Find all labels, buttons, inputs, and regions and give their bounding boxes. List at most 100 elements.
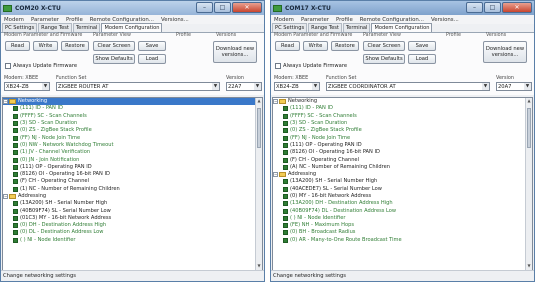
tab-range-test[interactable]: Range Test: [38, 23, 72, 32]
tab-modem-configuration[interactable]: Modem Configuration: [371, 23, 433, 32]
tab-terminal[interactable]: Terminal: [342, 23, 371, 32]
scroll-up-icon[interactable]: ▲: [526, 98, 532, 105]
checkbox-box[interactable]: [275, 63, 281, 69]
tree-param-row[interactable]: (3) SD - Scan Duration: [273, 120, 532, 127]
tree-param-row[interactable]: (FF) NJ - Node Join Time: [273, 134, 532, 141]
scroll-down-icon[interactable]: ▼: [526, 263, 532, 270]
chevron-down-icon[interactable]: ▼: [482, 83, 489, 90]
modem-select[interactable]: XB24-ZB ▼: [274, 82, 320, 91]
tree-param-row[interactable]: (13A200) SH - Serial Number High: [273, 178, 532, 185]
show-defaults-button[interactable]: Show Defaults: [363, 54, 405, 64]
menu-parameter[interactable]: Parameter: [31, 17, 59, 23]
save-button[interactable]: Save: [138, 41, 166, 51]
tree-param-row[interactable]: (FE) NH - Maximum Hops: [273, 222, 532, 229]
version-select[interactable]: 22A7 ▼: [226, 82, 262, 91]
maximize-button[interactable]: □: [484, 2, 501, 13]
tree-param-row[interactable]: (111) OP - Operating PAN ID: [273, 142, 532, 149]
tree-param-row[interactable]: (13A200) DH - Destination Address High: [273, 200, 532, 207]
download-new-versions-button[interactable]: Download new versions...: [483, 41, 527, 63]
tree-param-row[interactable]: (0) ZS - ZigBee Stack Profile: [273, 127, 532, 134]
tree-param-row[interactable]: (A) NC - Number of Remaining Children: [273, 164, 532, 171]
restore-button[interactable]: Restore: [331, 41, 359, 51]
always-update-firmware-checkbox[interactable]: Always Update Firmware: [275, 63, 347, 69]
restore-button[interactable]: Restore: [61, 41, 89, 51]
menu-modem[interactable]: Modem: [4, 17, 24, 23]
tree-param-row[interactable]: (1) NC - Number of Remaining Children: [3, 186, 262, 193]
title-bar[interactable]: COM20 X-CTU – □ ✕: [1, 1, 264, 15]
tree-param-row[interactable]: (0) AR - Many-to-One Route Broadcast Tim…: [273, 237, 532, 244]
load-button[interactable]: Load: [138, 54, 166, 64]
download-new-versions-button[interactable]: Download new versions...: [213, 41, 257, 63]
write-button[interactable]: Write: [33, 41, 58, 51]
tree-param-row[interactable]: (0) JN - Join Notification: [3, 156, 262, 163]
tree-param-row[interactable]: (111) ID - PAN ID: [3, 105, 262, 112]
minimize-button[interactable]: –: [196, 2, 213, 13]
collapse-icon[interactable]: −: [273, 99, 278, 105]
tree-param-row[interactable]: (111) OP - Operating PAN ID: [3, 164, 262, 171]
menu-modem[interactable]: Modem: [274, 17, 294, 23]
tree-param-row[interactable]: ( ) NI - Node Identifier: [273, 215, 532, 222]
tab-range-test[interactable]: Range Test: [308, 23, 342, 32]
collapse-icon[interactable]: −: [3, 99, 8, 105]
scroll-up-icon[interactable]: ▲: [256, 98, 262, 105]
tree-scrollbar[interactable]: ▲ ▼: [525, 98, 532, 270]
function-set-select[interactable]: ZIGBEE ROUTER AT ▼: [56, 82, 220, 91]
tree-param-row[interactable]: (111) ID - PAN ID: [273, 105, 532, 112]
tree-param-row[interactable]: (8126) OI - Operating 16-bit PAN ID: [3, 171, 262, 178]
title-bar[interactable]: COM17 X-CTU – □ ✕: [271, 1, 534, 15]
collapse-icon[interactable]: −: [273, 172, 278, 178]
tree-param-row[interactable]: (0) MY - 16-bit Network Address: [273, 193, 532, 200]
function-set-select[interactable]: ZIGBEE COORDINATOR AT ▼: [326, 82, 490, 91]
modem-select[interactable]: XB24-ZB ▼: [4, 82, 50, 91]
close-button[interactable]: ✕: [502, 2, 532, 13]
always-update-firmware-checkbox[interactable]: Always Update Firmware: [5, 63, 77, 69]
chevron-down-icon[interactable]: ▼: [212, 83, 219, 90]
tab-terminal[interactable]: Terminal: [72, 23, 101, 32]
scroll-down-icon[interactable]: ▼: [256, 263, 262, 270]
save-button[interactable]: Save: [408, 41, 436, 51]
clear-screen-button[interactable]: Clear Screen: [363, 41, 405, 51]
tree-param-row[interactable]: (40ACEDE7) SL - Serial Number Low: [273, 186, 532, 193]
menu-versions[interactable]: Versions...: [431, 17, 459, 23]
write-button[interactable]: Write: [303, 41, 328, 51]
tab-modem-configuration[interactable]: Modem Configuration: [101, 23, 163, 32]
tree-param-row[interactable]: (01C3) MY - 16-bit Network Address: [3, 215, 262, 222]
checkbox-box[interactable]: [5, 63, 11, 69]
tree-folder-addressing[interactable]: − Addressing: [3, 193, 262, 200]
tree-param-row[interactable]: (0) DL - Destination Address Low: [3, 229, 262, 236]
tree-folder-networking[interactable]: − Networking: [3, 98, 262, 106]
tree-param-row[interactable]: (FF) NJ - Node Join Time: [3, 134, 262, 141]
tree-param-row[interactable]: (0) DH - Destination Address High: [3, 222, 262, 229]
tree-param-row[interactable]: (F) CH - Operating Channel: [3, 178, 262, 185]
version-select[interactable]: 20A7 ▼: [496, 82, 532, 91]
tree-param-row[interactable]: (3) SD - Scan Duration: [3, 120, 262, 127]
scroll-thumb[interactable]: [527, 108, 531, 148]
tree-param-row[interactable]: (0) BH - Broadcast Radius: [273, 229, 532, 236]
chevron-down-icon[interactable]: ▼: [254, 83, 261, 90]
chevron-down-icon[interactable]: ▼: [524, 83, 531, 90]
tree-param-row[interactable]: (FFFF) SC - Scan Channels: [3, 113, 262, 120]
minimize-button[interactable]: –: [466, 2, 483, 13]
tree-param-row[interactable]: (FFFF) SC - Scan Channels: [273, 113, 532, 120]
tree-param-row[interactable]: ( ) NI - Node Identifier: [3, 237, 262, 244]
tree-param-row[interactable]: (40B09F74) SL - Serial Number Low: [3, 207, 262, 214]
menu-remote-configuration[interactable]: Remote Configuration...: [360, 17, 424, 23]
tab-pc-settings[interactable]: PC Settings: [2, 23, 38, 32]
menu-profile[interactable]: Profile: [336, 17, 353, 23]
tree-param-row[interactable]: (F) CH - Operating Channel: [273, 156, 532, 163]
collapse-icon[interactable]: −: [3, 194, 8, 199]
tree-param-row[interactable]: (0) ZS - ZigBee Stack Profile: [3, 127, 262, 134]
load-button[interactable]: Load: [408, 54, 436, 64]
clear-screen-button[interactable]: Clear Screen: [93, 41, 135, 51]
tree-param-row[interactable]: (0) NW - Network Watchdog Timeout: [3, 142, 262, 149]
tree-scrollbar[interactable]: ▲ ▼: [255, 98, 262, 270]
read-button[interactable]: Read: [5, 41, 30, 51]
tree-param-row[interactable]: (40B09F74) DL - Destination Address Low: [273, 207, 532, 214]
maximize-button[interactable]: □: [214, 2, 231, 13]
scroll-thumb[interactable]: [257, 108, 261, 148]
tree-folder-networking[interactable]: − Networking: [273, 98, 532, 105]
chevron-down-icon[interactable]: ▼: [312, 83, 319, 90]
menu-remote-configuration[interactable]: Remote Configuration...: [90, 17, 154, 23]
menu-profile[interactable]: Profile: [66, 17, 83, 23]
tree-param-row[interactable]: (13A200) SH - Serial Number High: [3, 200, 262, 207]
